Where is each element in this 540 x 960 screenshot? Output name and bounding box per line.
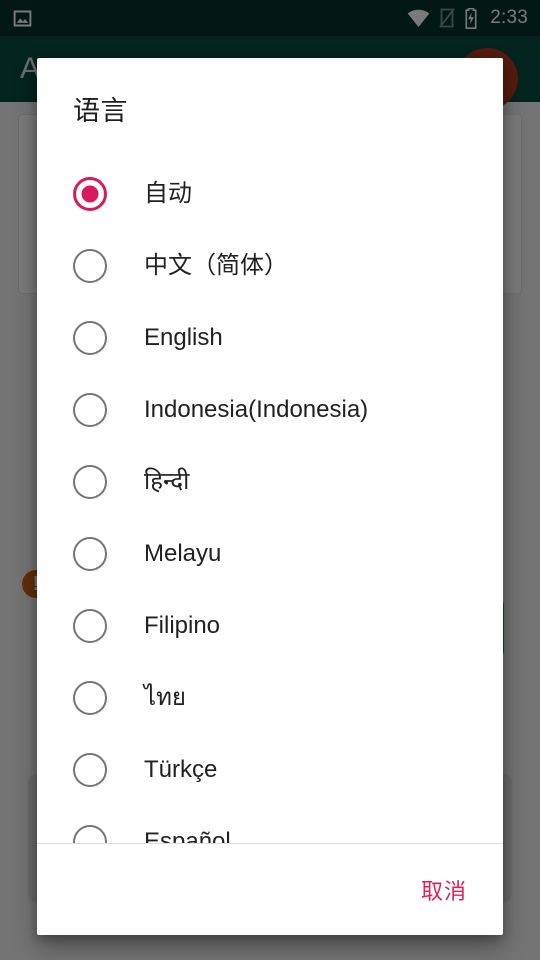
dialog-action-bar: 取消 — [37, 844, 503, 935]
radio-button-icon[interactable] — [73, 321, 107, 355]
radio-button-icon[interactable] — [73, 465, 107, 499]
language-option-label: हिन्दी — [144, 468, 190, 495]
language-option-row[interactable]: Español — [37, 806, 503, 843]
phone-screen: A ! 这 扫 — [0, 0, 540, 960]
language-option-row[interactable]: 自动 — [37, 158, 503, 230]
radio-button-icon[interactable] — [73, 609, 107, 643]
language-option-row[interactable]: ไทย — [37, 662, 503, 734]
language-option-label: Indonesia(Indonesia) — [144, 396, 369, 423]
language-option-row[interactable]: हिन्दी — [37, 446, 503, 518]
radio-button-icon[interactable] — [73, 681, 107, 715]
dialog-title: 语言 — [73, 96, 128, 126]
radio-button-selected-icon[interactable] — [73, 177, 107, 211]
radio-button-icon[interactable] — [73, 825, 107, 843]
language-option-row[interactable]: Türkçe — [37, 734, 503, 806]
language-option-label: Melayu — [144, 540, 222, 567]
radio-button-icon[interactable] — [73, 393, 107, 427]
language-option-row[interactable]: Indonesia(Indonesia) — [37, 374, 503, 446]
radio-button-icon[interactable] — [73, 537, 107, 571]
language-option-label: 自动 — [144, 180, 192, 207]
radio-button-icon[interactable] — [73, 753, 107, 787]
language-option-label: Türkçe — [144, 756, 218, 783]
language-dialog: 语言 自动中文（简体） English Indonesia(Indonesia) हि… — [37, 58, 503, 935]
language-option-row[interactable]: 中文（简体） — [37, 230, 503, 302]
language-option-label: Español — [144, 828, 231, 843]
language-option-list[interactable]: 自动中文（简体） English Indonesia(Indonesia) हिन्द… — [37, 128, 503, 843]
language-option-label: 中文（简体） — [144, 252, 288, 279]
cancel-button[interactable]: 取消 — [413, 864, 475, 916]
language-option-label: Filipino — [144, 612, 221, 639]
radio-button-icon[interactable] — [73, 249, 107, 283]
language-option-label: ไทย — [144, 684, 186, 711]
language-option-row[interactable]: Melayu — [37, 518, 503, 590]
language-option-row[interactable]: Filipino — [37, 590, 503, 662]
language-option-row[interactable]: English — [37, 302, 503, 374]
language-option-label: English — [144, 324, 223, 351]
